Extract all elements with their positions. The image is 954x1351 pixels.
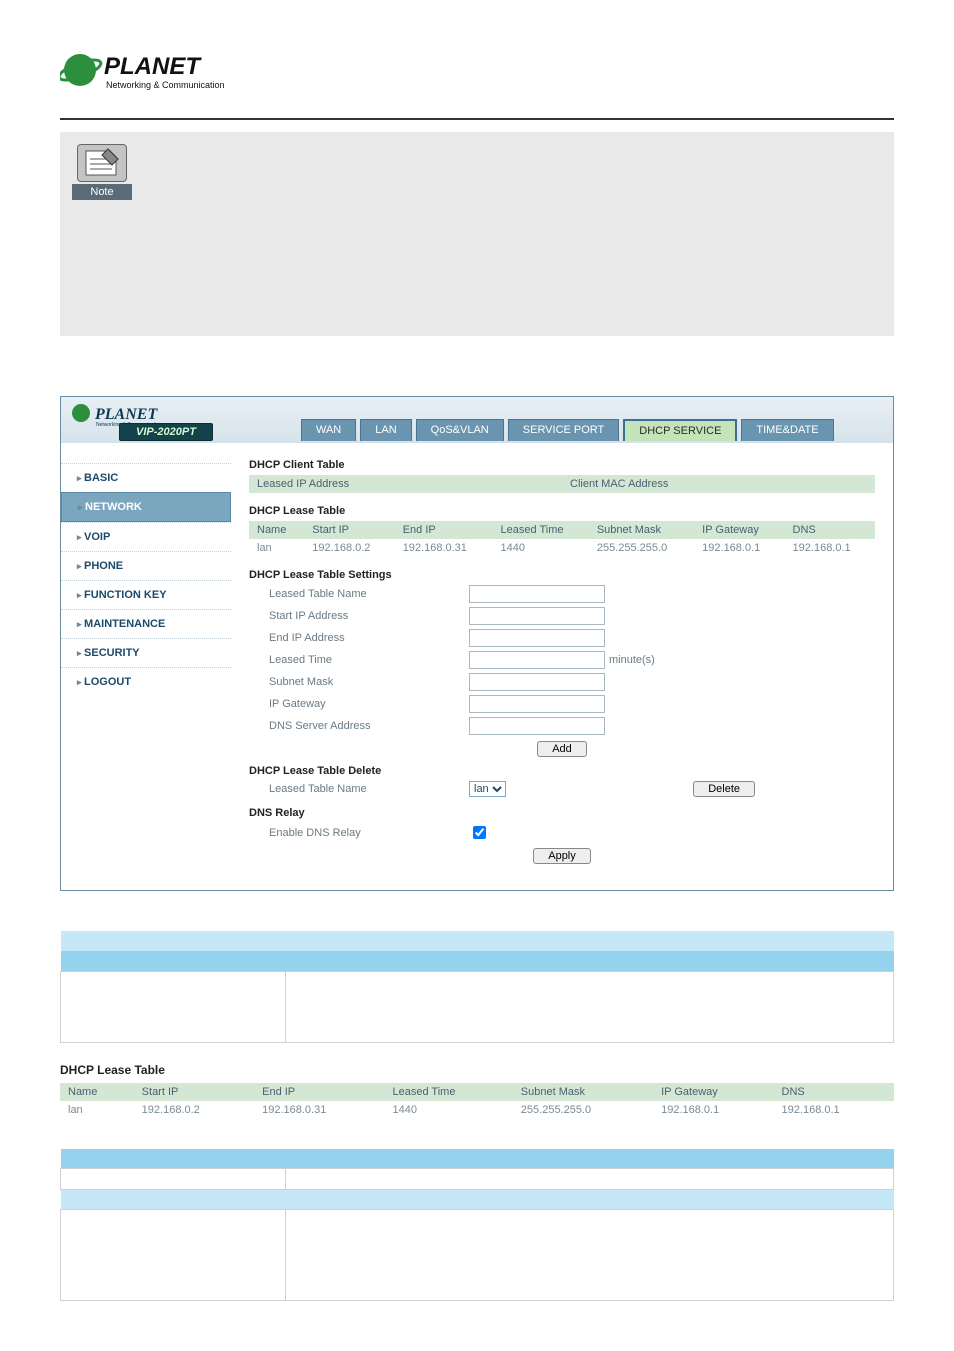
tab-qosvlan[interactable]: QoS&VLAN [416,419,504,441]
sidebar-item-basic[interactable]: BASIC [61,463,231,492]
label-leased-table-name: Leased Table Name [249,588,469,600]
label-dns: DNS Server Address [249,720,469,732]
select-lease-name[interactable]: lan [469,781,506,797]
dns-relay-title: DNS Relay [249,807,875,819]
sidebar-item-network[interactable]: NETWORK [61,492,231,522]
col-dns: DNS [785,521,875,539]
dhcp-lease-table: Name Start IP End IP Leased Time Subnet … [249,521,875,557]
cell-leased-time: 1440 [493,539,589,557]
tab-dhcp-service[interactable]: DHCP SERVICE [623,419,737,441]
tab-lan[interactable]: LAN [360,419,411,441]
sidebar: BASIC NETWORK VOIP PHONE FUNCTION KEY MA… [61,443,231,890]
input-end-ip[interactable] [469,629,605,647]
col-mac: Client MAC Address [562,475,875,493]
content-pane: DHCP Client Table Leased IP Address Clie… [231,443,893,890]
label-gateway: IP Gateway [249,698,469,710]
label-delete-name: Leased Table Name [249,783,469,795]
checkbox-enable-dns-relay[interactable] [473,826,486,839]
lcell-dns: 192.168.0.1 [774,1101,894,1119]
planet-logo: PLANET Networking & Communication [60,50,894,98]
col-subnet: Subnet Mask [589,521,694,539]
cell-gateway: 192.168.0.1 [694,539,784,557]
col-leased-time: Leased Time [493,521,589,539]
lower-lease-table: Name Start IP End IP Leased Time Subnet … [60,1083,894,1119]
label-subnet: Subnet Mask [249,676,469,688]
label-end-ip: End IP Address [249,632,469,644]
dhcp-client-title: DHCP Client Table [249,459,875,471]
tab-service-port[interactable]: SERVICE PORT [508,419,620,441]
tab-time-date[interactable]: TIME&DATE [741,419,833,441]
lcol-subnet: Subnet Mask [513,1083,653,1101]
lcol-name: Name [60,1083,134,1101]
lower-lease-title: DHCP Lease Table [60,1063,894,1077]
lcol-dns: DNS [774,1083,894,1101]
note-icon: Note [72,144,132,200]
lease-table-block: DHCP Lease Table Name Start IP End IP Le… [60,1053,894,1129]
svg-text:PLANET: PLANET [104,53,202,80]
description-table-1 [60,931,894,1043]
input-leased-table-name[interactable] [469,585,605,603]
lcell-end-ip: 192.168.0.31 [254,1101,384,1119]
add-button[interactable]: Add [537,741,587,757]
desc-row [61,971,894,1042]
input-start-ip[interactable] [469,607,605,625]
sidebar-item-voip[interactable]: VOIP [61,522,231,551]
input-subnet[interactable] [469,673,605,691]
label-leased-time: Leased Time [249,654,469,666]
input-gateway[interactable] [469,695,605,713]
lcol-start-ip: Start IP [134,1083,254,1101]
cell-name: lan [249,539,304,557]
lcell-leased-time: 1440 [384,1101,512,1119]
col-gateway: IP Gateway [694,521,784,539]
sidebar-item-logout[interactable]: LOGOUT [61,667,231,696]
col-leased-ip: Leased IP Address [249,475,562,493]
note-label: Note [72,184,132,200]
apply-button[interactable]: Apply [533,848,591,864]
cell-dns: 192.168.0.1 [785,539,875,557]
tab-wan[interactable]: WAN [301,419,356,441]
cell-start-ip: 192.168.0.2 [304,539,394,557]
router-admin-screenshot: PLANET Networking & Communication VIP-20… [60,396,894,891]
note-box: Note [60,132,894,336]
label-start-ip: Start IP Address [249,610,469,622]
table-row: lan 192.168.0.2 192.168.0.31 1440 255.25… [60,1101,894,1119]
sidebar-item-security[interactable]: SECURITY [61,638,231,667]
app-header: PLANET Networking & Communication VIP-20… [61,397,893,443]
cell-subnet: 255.255.255.0 [589,539,694,557]
divider [60,118,894,120]
lcell-start-ip: 192.168.0.2 [134,1101,254,1119]
desc-row [61,1169,894,1190]
delete-button[interactable]: Delete [693,781,755,797]
input-dns[interactable] [469,717,605,735]
lcol-end-ip: End IP [254,1083,384,1101]
dhcp-client-table: Leased IP Address Client MAC Address [249,475,875,493]
dhcp-delete-title: DHCP Lease Table Delete [249,765,875,777]
sidebar-item-maintenance[interactable]: MAINTENANCE [61,609,231,638]
svg-text:Networking & Communication: Networking & Communication [106,80,225,90]
sidebar-item-phone[interactable]: PHONE [61,551,231,580]
tab-bar: WAN LAN QoS&VLAN SERVICE PORT DHCP SERVI… [301,419,834,441]
sidebar-item-function-key[interactable]: FUNCTION KEY [61,580,231,609]
lcell-subnet: 255.255.255.0 [513,1101,653,1119]
col-name: Name [249,521,304,539]
input-leased-time[interactable] [469,651,605,669]
lcell-gateway: 192.168.0.1 [653,1101,773,1119]
lcell-name: lan [60,1101,134,1119]
lcol-leased-time: Leased Time [384,1083,512,1101]
svg-text:PLANET: PLANET [94,406,158,423]
unit-minutes: minute(s) [609,654,655,666]
model-chip: VIP-2020PT [119,423,213,441]
dhcp-settings-title: DHCP Lease Table Settings [249,569,875,581]
label-enable-dns-relay: Enable DNS Relay [249,827,469,839]
desc-row [61,1210,894,1301]
lcol-gateway: IP Gateway [653,1083,773,1101]
description-table-2 [60,1149,894,1302]
dhcp-lease-title: DHCP Lease Table [249,505,875,517]
cell-end-ip: 192.168.0.31 [395,539,493,557]
table-row: lan 192.168.0.2 192.168.0.31 1440 255.25… [249,539,875,557]
col-start-ip: Start IP [304,521,394,539]
col-end-ip: End IP [395,521,493,539]
